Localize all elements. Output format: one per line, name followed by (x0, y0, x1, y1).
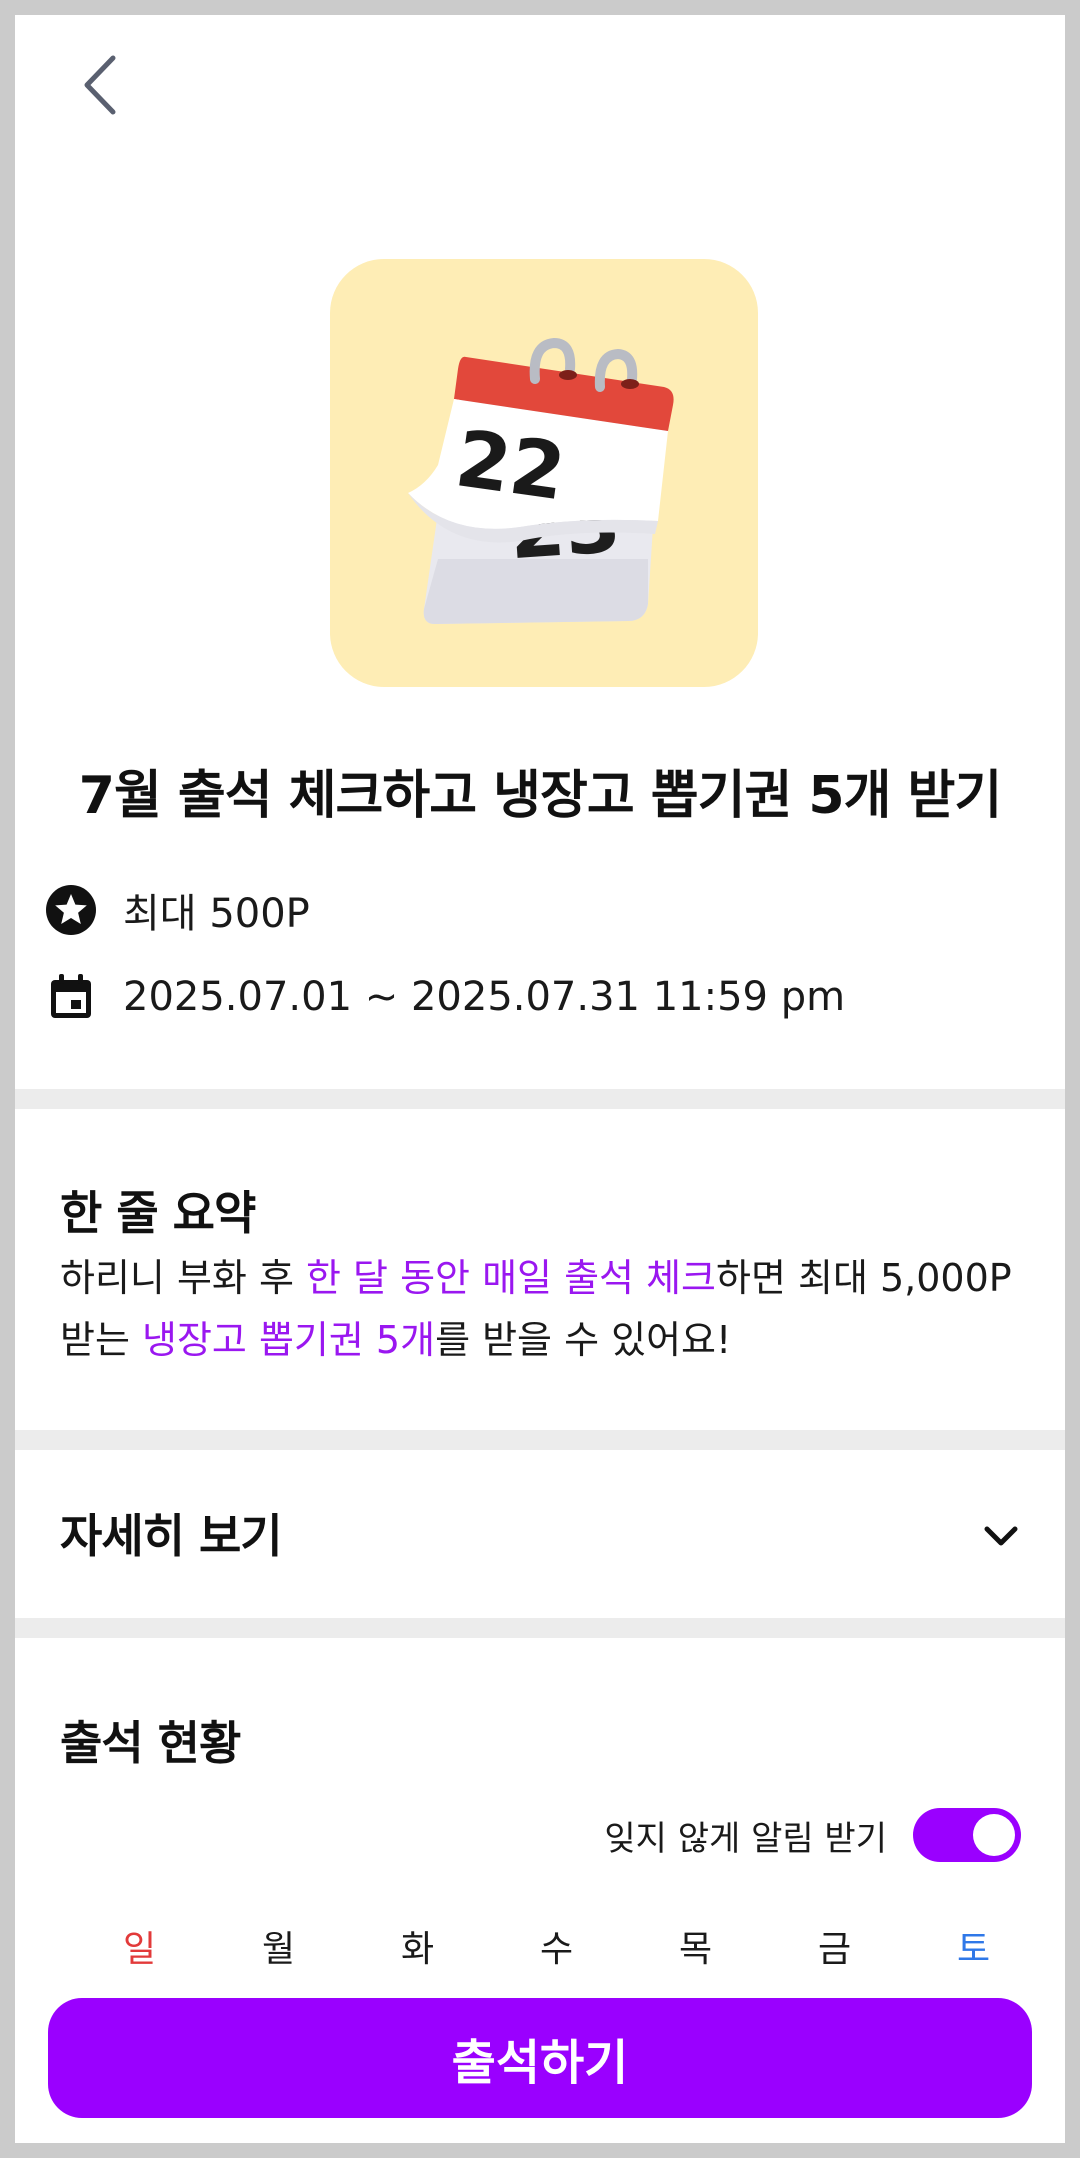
section-divider (15, 1618, 1065, 1638)
notify-toggle[interactable] (913, 1808, 1021, 1862)
back-button[interactable] (60, 45, 140, 125)
weekday-tue: 화 (400, 1929, 435, 1970)
period-row: 2025.07.01 ~ 2025.07.31 11:59 pm (45, 967, 845, 1027)
summary-highlight: 한 달 동안 매일 출석 체크 (306, 1256, 716, 1300)
weekday-sun: 일 (122, 1929, 157, 1970)
summary-part: 하리니 부화 후 (60, 1256, 306, 1300)
section-divider (15, 1089, 1065, 1109)
calendar-illustration: 23 22 (408, 337, 674, 624)
svg-text:22: 22 (450, 414, 570, 518)
toggle-knob (973, 1814, 1015, 1856)
calendar-icon (45, 971, 97, 1023)
check-in-button[interactable]: 출석하기 (48, 1998, 1032, 2118)
notify-label: 잊지 않게 알림 받기 (604, 1818, 887, 1859)
details-heading: 자세히 보기 (60, 1509, 283, 1563)
attendance-heading: 출석 현황 (60, 1716, 241, 1770)
summary-heading: 한 줄 요약 (60, 1186, 256, 1240)
star-circle-icon (45, 884, 97, 936)
hero-image: 23 22 (330, 259, 758, 687)
notify-row: 잊지 않게 알림 받기 (604, 1807, 1021, 1863)
weekday-thu: 목 (678, 1929, 713, 1970)
period-text: 2025.07.01 ~ 2025.07.31 11:59 pm (123, 974, 846, 1020)
details-expander[interactable]: 자세히 보기 (15, 1450, 1065, 1620)
section-divider (15, 1430, 1065, 1450)
weekday-header: 일 월 화 수 목 금 토 (70, 1920, 1045, 1980)
reward-row: 최대 500P (45, 880, 310, 940)
weekday-wed: 수 (539, 1929, 574, 1970)
summary-part: 를 받을 수 있어요! (435, 1318, 732, 1362)
chevron-down-icon (984, 1526, 1018, 1546)
chevron-left-icon (84, 55, 116, 115)
reward-text: 최대 500P (123, 891, 310, 937)
summary-text: 하리니 부화 후 한 달 동안 매일 출석 체크하면 최대 5,000P 받는 … (60, 1247, 1040, 1371)
weekday-sat: 토 (956, 1929, 991, 1970)
weekday-mon: 월 (261, 1929, 296, 1970)
attendance-event-screen: 23 22 7월 출석 체크하고 냉장고 뽑기권 5개 받기 최대 500P (15, 15, 1065, 2143)
weekday-fri: 금 (817, 1929, 852, 1970)
summary-highlight: 냉장고 뽑기권 5개 (142, 1318, 436, 1362)
event-title: 7월 출석 체크하고 냉장고 뽑기권 5개 받기 (78, 766, 1002, 826)
